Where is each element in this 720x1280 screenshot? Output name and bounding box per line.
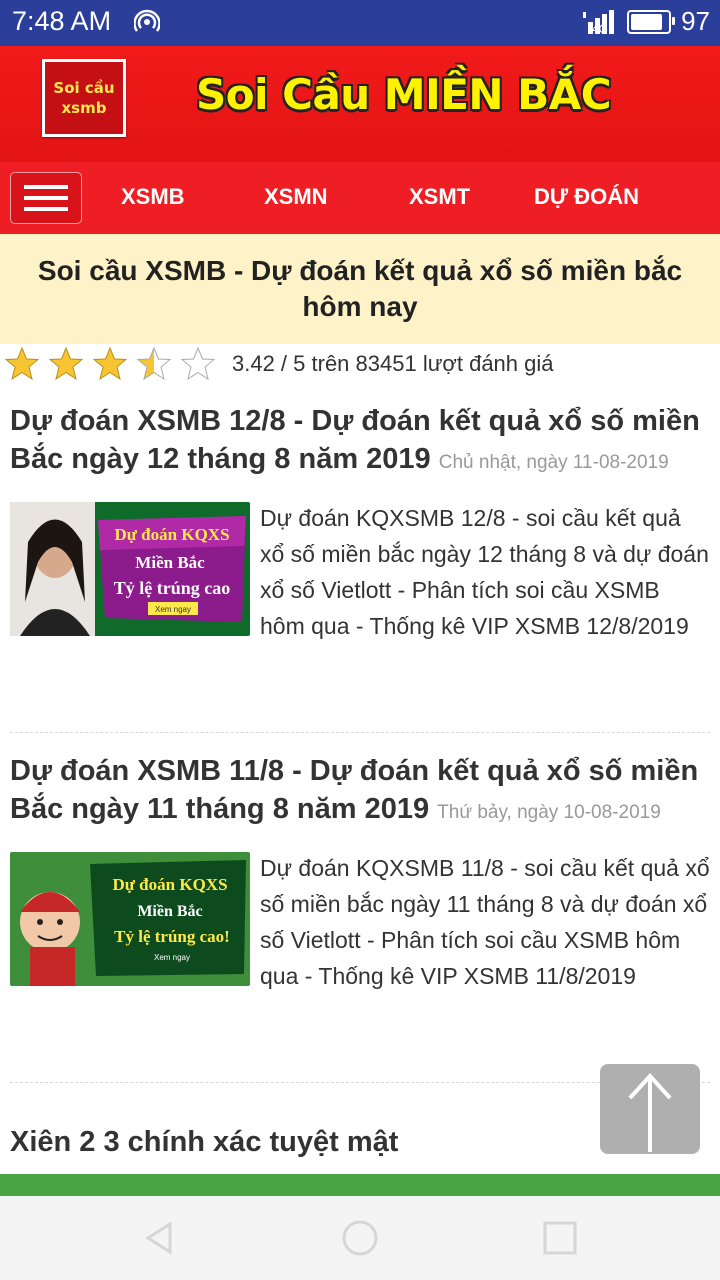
article-thumbnail[interactable]: Dự đoán KQXS Miền Bắc Tỷ lệ trúng cao! X… <box>10 852 250 986</box>
system-nav-bar <box>0 1196 720 1280</box>
nav-item-xsmt[interactable]: XSMT <box>409 184 470 210</box>
logo-line-1: Soi cầu <box>53 79 115 97</box>
thumb-text-4: Xem ngay <box>154 953 190 962</box>
nav-item-xsmn[interactable]: XSMN <box>264 184 328 210</box>
empty-star-icon[interactable] <box>180 346 216 382</box>
thumb-text-2: Miền Bắc <box>137 903 202 920</box>
star-icon-1[interactable] <box>4 346 40 382</box>
article-item[interactable]: Dự đoán XSMB 12/8 - Dự đoán kết quả xổ s… <box>10 402 710 644</box>
thumb-text-1: Dự đoán KQXS <box>114 525 229 544</box>
main-nav: XSMB XSMN XSMT DỰ ĐOÁN <box>0 162 720 234</box>
page-headline-box: Soi cầu XSMB - Dự đoán kết quả xổ số miề… <box>0 234 720 344</box>
logo-line-2: xsmb <box>61 99 107 117</box>
thumb-text-3: Tỷ lệ trúng cao! <box>114 927 230 946</box>
site-logo[interactable]: Soi cầu xsmb <box>42 59 126 137</box>
thumb-text-4: Xem ngay <box>155 605 191 614</box>
green-footer-bar <box>0 1174 720 1196</box>
article-title[interactable]: Dự đoán XSMB 12/8 - Dự đoán kết quả xổ s… <box>10 402 710 482</box>
article-divider <box>10 732 710 733</box>
battery-level <box>631 13 663 30</box>
page-title: Soi cầu XSMB - Dự đoán kết quả xổ số miề… <box>37 255 683 322</box>
article-date: Chủ nhật, ngày 11-08-2019 <box>438 452 669 473</box>
home-circle-icon[interactable] <box>340 1218 380 1258</box>
battery-icon <box>627 9 676 34</box>
rating-text: 3.42 / 5 trên 83451 lượt đánh giá <box>232 351 554 376</box>
article-excerpt: Dự đoán KQXSMB 11/8 - soi cầu kết quả xổ… <box>260 855 710 989</box>
nav-item-du-doan[interactable]: DỰ ĐOÁN <box>534 184 639 210</box>
article-body: Dự đoán KQXS Miền Bắc Tỷ lệ trúng cao Xe… <box>10 500 710 644</box>
hotspot-icon <box>134 9 160 32</box>
banner-title: Soi Cầu MIỀN BẮC <box>196 70 612 119</box>
battery-percent: 97 <box>681 6 710 36</box>
recents-square-icon[interactable] <box>540 1218 580 1258</box>
star-icon-3[interactable] <box>92 346 128 382</box>
article-title[interactable]: Dự đoán XSMB 11/8 - Dự đoán kết quả xổ s… <box>10 752 710 832</box>
thumb-text-1: Dự đoán KQXS <box>112 875 227 894</box>
thumb-text-2: Miền Bắc <box>135 553 205 572</box>
section-title[interactable]: Xiên 2 3 chính xác tuyệt mật <box>10 1126 398 1159</box>
article-excerpt: Dự đoán KQXSMB 12/8 - soi cầu kết quả xổ… <box>260 505 709 639</box>
status-time: 7:48 AM <box>12 6 112 36</box>
star-icon-2[interactable] <box>48 346 84 382</box>
status-bar: 7:48 AM 97 4G <box>0 0 720 46</box>
network-type: 4G <box>592 22 609 36</box>
rating-bar: 3.42 / 5 trên 83451 lượt đánh giá <box>4 344 720 384</box>
half-star-icon[interactable] <box>136 346 172 382</box>
scroll-top-button[interactable] <box>600 1064 700 1154</box>
site-banner: Soi cầu xsmb Soi Cầu MIỀN BẮC <box>0 46 720 162</box>
article-item[interactable]: Dự đoán XSMB 11/8 - Dự đoán kết quả xổ s… <box>10 752 710 994</box>
article-body: Dự đoán KQXS Miền Bắc Tỷ lệ trúng cao! X… <box>10 850 710 994</box>
article-thumbnail[interactable]: Dự đoán KQXS Miền Bắc Tỷ lệ trúng cao Xe… <box>10 502 250 636</box>
article-date: Thứ bảy, ngày 10-08-2019 <box>437 802 661 823</box>
thumb-text-3: Tỷ lệ trúng cao <box>114 578 231 598</box>
arrow-up-icon <box>628 1073 672 1152</box>
hamburger-menu-icon[interactable] <box>10 172 82 224</box>
nav-item-xsmb[interactable]: XSMB <box>121 184 185 210</box>
back-triangle-icon[interactable] <box>140 1218 180 1258</box>
